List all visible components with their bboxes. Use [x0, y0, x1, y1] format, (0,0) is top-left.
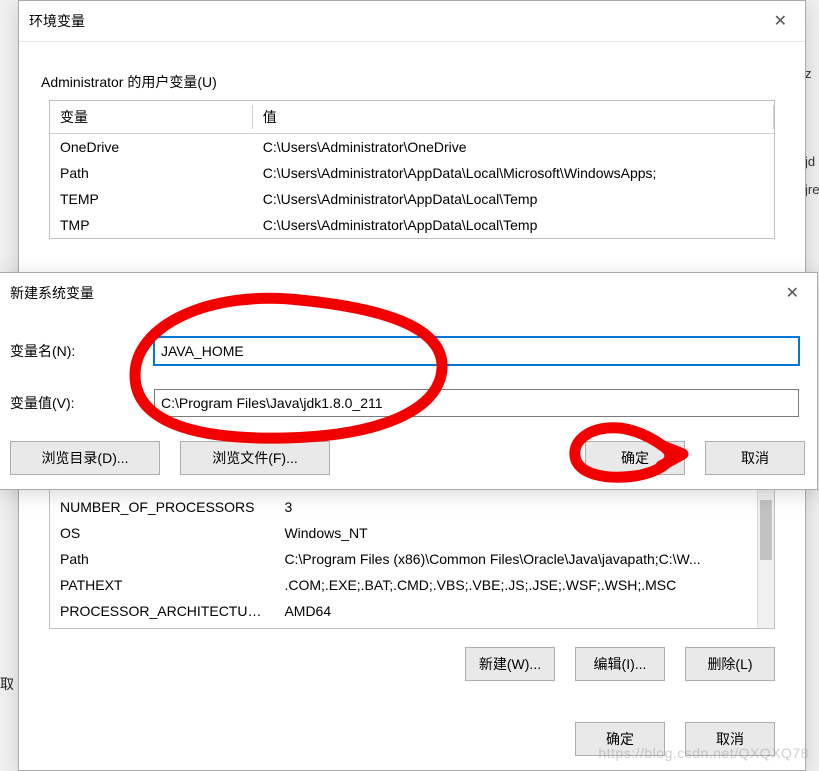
table-row[interactable]: PathC:\Users\Administrator\AppData\Local… — [50, 160, 774, 186]
var-name-cell: OneDrive — [50, 134, 253, 161]
system-vars-table[interactable]: DriverDataC:\Windows\System32\Drivers\Dr… — [49, 479, 775, 629]
background-fragment: z jd jre — [805, 60, 819, 204]
var-name-cell: Path — [50, 546, 274, 572]
var-name-cell: PROCESSOR_ARCHITECTURE — [50, 598, 274, 624]
var-value-cell: Windows_NT — [274, 520, 774, 546]
env-titlebar: 环境变量 ✕ — [19, 1, 805, 42]
scrollbar[interactable] — [757, 480, 774, 628]
col-variable[interactable]: 变量 — [50, 101, 253, 134]
var-value-cell: .COM;.EXE;.BAT;.CMD;.VBS;.VBE;.JS;.JSE;.… — [274, 572, 774, 598]
var-name-input[interactable] — [154, 337, 799, 365]
dialog-cancel-button[interactable]: 取消 — [705, 441, 805, 475]
close-icon[interactable]: ✕ — [766, 7, 795, 35]
table-row[interactable]: PROCESSOR_ARCHITECTUREAMD64 — [50, 598, 774, 624]
var-name-cell: Path — [50, 160, 253, 186]
var-value-cell: AMD64 — [274, 598, 774, 624]
col-value[interactable]: 值 — [253, 101, 774, 134]
var-name-cell: TEMP — [50, 186, 253, 212]
delete-system-var-button[interactable]: 删除(L) — [685, 647, 775, 681]
var-value-cell: C:\Users\Administrator\AppData\Local\Tem… — [253, 186, 774, 212]
var-value-cell: C:\Users\Administrator\AppData\Local\Mic… — [253, 160, 774, 186]
var-value-cell: C:\Program Files (x86)\Common Files\Orac… — [274, 546, 774, 572]
table-row[interactable]: PATHEXT.COM;.EXE;.BAT;.CMD;.VBS;.VBE;.JS… — [50, 572, 774, 598]
var-name-cell: PATHEXT — [50, 572, 274, 598]
table-row[interactable]: NUMBER_OF_PROCESSORS3 — [50, 494, 774, 520]
edit-system-var-button[interactable]: 编辑(I)... — [575, 647, 665, 681]
var-value-cell: C:\Users\Administrator\OneDrive — [253, 134, 774, 161]
user-vars-label: Administrator 的用户变量(U) — [19, 42, 805, 100]
env-title: 环境变量 — [29, 11, 85, 31]
table-row[interactable]: PathC:\Program Files (x86)\Common Files\… — [50, 546, 774, 572]
var-name-cell: NUMBER_OF_PROCESSORS — [50, 494, 274, 520]
var-value-label: 变量值(V): — [6, 393, 154, 413]
dialog-ok-button[interactable]: 确定 — [585, 441, 685, 475]
user-vars-table[interactable]: 变量 值 OneDriveC:\Users\Administrator\OneD… — [49, 100, 775, 239]
table-row[interactable]: OSWindows_NT — [50, 520, 774, 546]
table-row[interactable]: TEMPC:\Users\Administrator\AppData\Local… — [50, 186, 774, 212]
var-value-cell: C:\Users\Administrator\AppData\Local\Tem… — [253, 212, 774, 238]
dialog-title: 新建系统变量 — [10, 283, 94, 303]
var-value-cell: 3 — [274, 494, 774, 520]
browse-dir-button[interactable]: 浏览目录(D)... — [10, 441, 160, 475]
browse-file-button[interactable]: 浏览文件(F)... — [180, 441, 330, 475]
var-name-cell: PROCESSOR_IDENTIFIER — [50, 624, 274, 629]
table-row[interactable]: PROCESSOR_IDENTIFIERIntel64 Family 6 Mod… — [50, 624, 774, 629]
table-row[interactable]: TMPC:\Users\Administrator\AppData\Local\… — [50, 212, 774, 238]
background-cancel-fragment: 取 — [0, 670, 14, 698]
watermark: https://blog.csdn.net/QXQXQ78 — [598, 745, 809, 761]
var-value-cell: Intel64 Family 6 Model 142 Stepping 10, … — [274, 624, 774, 629]
close-icon[interactable]: ✕ — [778, 279, 807, 307]
table-row[interactable]: OneDriveC:\Users\Administrator\OneDrive — [50, 134, 774, 161]
var-name-cell: OS — [50, 520, 274, 546]
var-value-input[interactable] — [154, 389, 799, 417]
new-system-var-button[interactable]: 新建(W)... — [465, 647, 555, 681]
var-name-label: 变量名(N): — [6, 341, 154, 361]
var-name-cell: TMP — [50, 212, 253, 238]
new-system-variable-dialog: 新建系统变量 ✕ 变量名(N): 变量值(V): 浏览目录(D)... 浏览文件… — [0, 272, 818, 490]
